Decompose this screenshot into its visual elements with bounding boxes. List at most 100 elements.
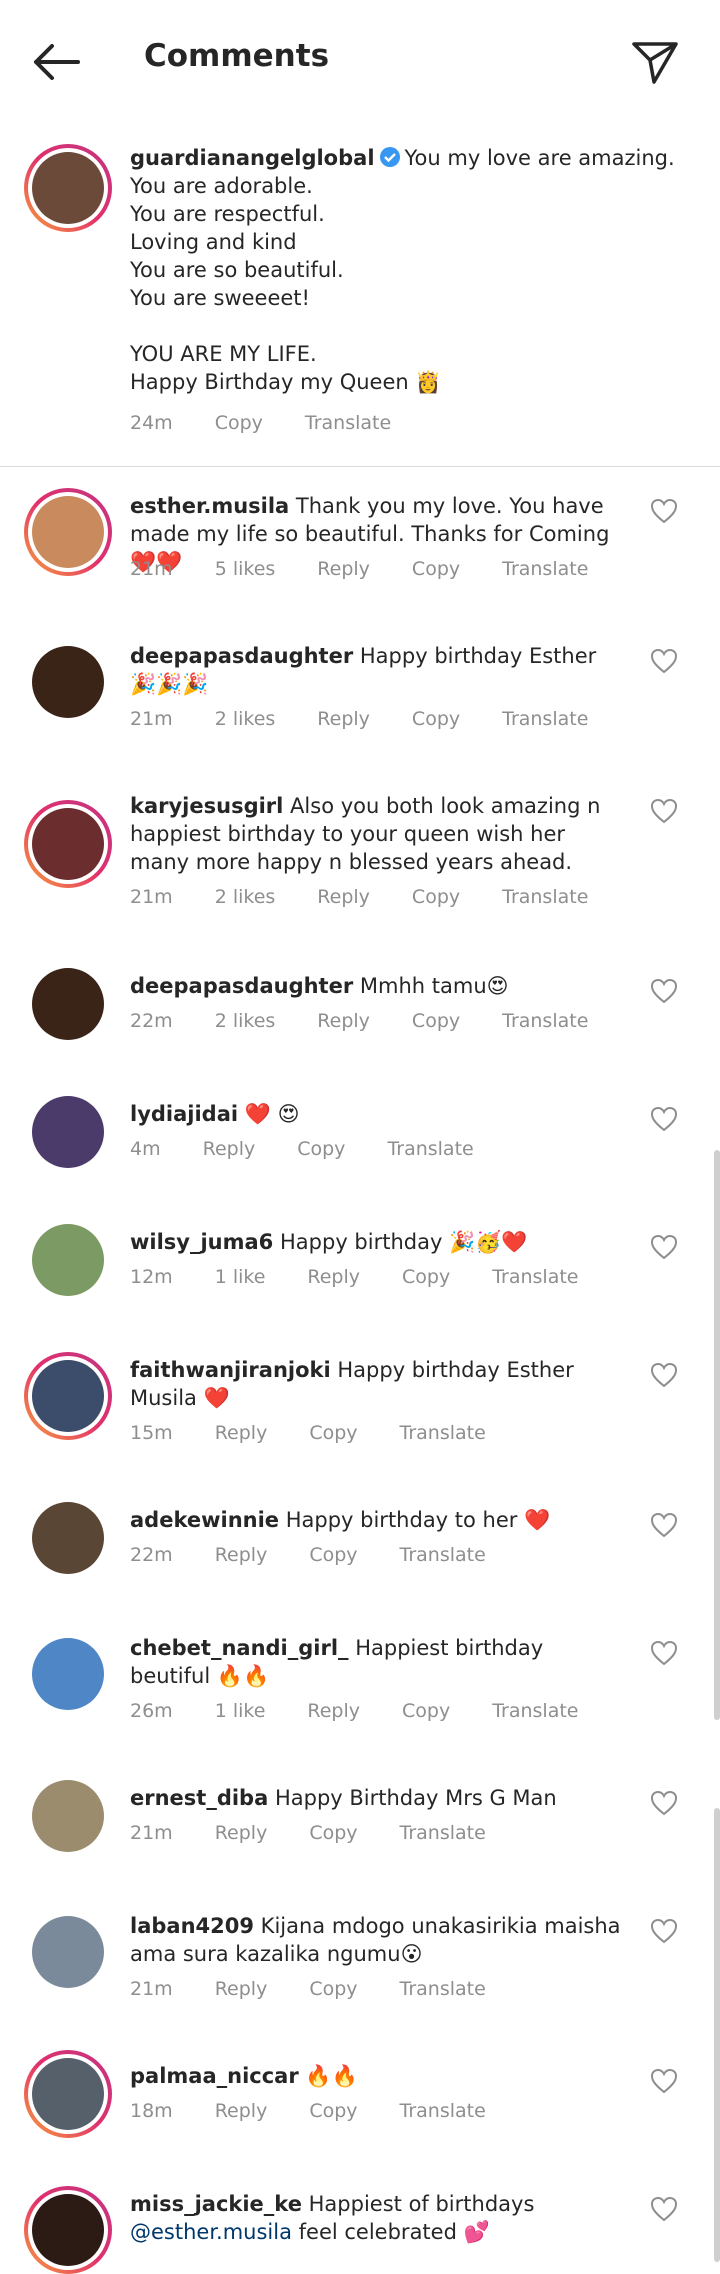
like-heart-icon[interactable] [650, 2196, 678, 2222]
comment-time: 21m [130, 1978, 173, 2000]
reply-button[interactable]: Reply [215, 1978, 268, 2000]
translate-button[interactable]: Translate [502, 558, 588, 580]
avatar[interactable] [32, 1096, 104, 1168]
avatar[interactable] [32, 646, 104, 718]
reply-button[interactable]: Reply [203, 1138, 256, 1160]
translate-button[interactable]: Translate [502, 886, 588, 908]
comment-username[interactable]: ernest_diba [130, 1786, 268, 1810]
avatar[interactable] [24, 144, 112, 232]
comment-username[interactable]: palmaa_niccar [130, 2064, 299, 2088]
translate-button[interactable]: Translate [387, 1138, 473, 1160]
translate-button[interactable]: Translate [400, 1822, 486, 1844]
likes-count[interactable]: 2 likes [215, 708, 276, 730]
comment-username[interactable]: miss_jackie_ke [130, 2192, 302, 2216]
like-heart-icon[interactable] [650, 1918, 678, 1944]
avatar[interactable] [24, 488, 112, 576]
copy-button[interactable]: Copy [309, 1422, 357, 1444]
caption-username[interactable]: guardianangelglobal [130, 146, 375, 170]
copy-button[interactable]: Copy [412, 558, 460, 580]
avatar[interactable] [24, 800, 112, 888]
like-heart-icon[interactable] [650, 798, 678, 824]
comment-time: 22m [130, 1010, 173, 1032]
reply-button[interactable]: Reply [215, 2100, 268, 2122]
copy-button[interactable]: Copy [412, 708, 460, 730]
top-bar: Comments [0, 0, 720, 126]
avatar[interactable] [32, 1780, 104, 1852]
comment-meta: 12m 1 like Reply Copy Translate [130, 1266, 621, 1288]
comment-username[interactable]: adekewinnie [130, 1508, 279, 1532]
like-heart-icon[interactable] [650, 1512, 678, 1538]
translate-button[interactable]: Translate [492, 1700, 578, 1722]
comment-username[interactable]: deepapasdaughter [130, 644, 353, 668]
avatar[interactable] [32, 1638, 104, 1710]
avatar[interactable] [32, 968, 104, 1040]
comment-body: wilsy_juma6 Happy birthday 🎉🥳❤️ [130, 1228, 624, 1256]
translate-button[interactable]: Translate [400, 2100, 486, 2122]
copy-button[interactable]: Copy [402, 1266, 450, 1288]
comment-username[interactable]: faithwanjiranjoki [130, 1358, 331, 1382]
like-heart-icon[interactable] [650, 648, 678, 674]
reply-button[interactable]: Reply [215, 1822, 268, 1844]
comment-username[interactable]: karyjesusgirl [130, 794, 283, 818]
copy-button[interactable]: Copy [309, 2100, 357, 2122]
translate-button[interactable]: Translate [492, 1266, 578, 1288]
reply-button[interactable]: Reply [317, 558, 370, 580]
mention-link[interactable]: @esther.musila [130, 2220, 292, 2244]
copy-button[interactable]: Copy [297, 1138, 345, 1160]
avatar[interactable] [24, 2186, 112, 2274]
back-arrow-icon[interactable] [30, 40, 82, 84]
avatar[interactable] [24, 1352, 112, 1440]
like-heart-icon[interactable] [650, 2068, 678, 2094]
reply-button[interactable]: Reply [317, 708, 370, 730]
avatar[interactable] [24, 2050, 112, 2138]
copy-button[interactable]: Copy [309, 1978, 357, 2000]
comment-username[interactable]: chebet_nandi_girl_ [130, 1636, 349, 1660]
comment-username[interactable]: lydiajidai [130, 1102, 238, 1126]
like-heart-icon[interactable] [650, 978, 678, 1004]
scrollbar[interactable] [714, 1808, 720, 2262]
caption: guardianangelglobal You my love are amazi… [0, 126, 720, 467]
reply-button[interactable]: Reply [317, 1010, 370, 1032]
comment-item: karyjesusgirl Also you both look amazing… [0, 770, 720, 950]
avatar[interactable] [32, 1502, 104, 1574]
likes-count[interactable]: 1 like [215, 1266, 266, 1288]
translate-button[interactable]: Translate [502, 708, 588, 730]
scrollbar[interactable] [714, 1150, 720, 1720]
translate-button[interactable]: Translate [400, 1422, 486, 1444]
send-icon[interactable] [628, 36, 680, 88]
likes-count[interactable]: 2 likes [215, 1010, 276, 1032]
copy-button[interactable]: Copy [215, 412, 263, 434]
translate-button[interactable]: Translate [400, 1544, 486, 1566]
like-heart-icon[interactable] [650, 1362, 678, 1388]
copy-button[interactable]: Copy [402, 1700, 450, 1722]
like-heart-icon[interactable] [650, 1790, 678, 1816]
comment-username[interactable]: deepapasdaughter [130, 974, 353, 998]
like-heart-icon[interactable] [650, 498, 678, 524]
translate-button[interactable]: Translate [400, 1978, 486, 2000]
likes-count[interactable]: 2 likes [215, 886, 276, 908]
reply-button[interactable]: Reply [215, 1544, 268, 1566]
copy-button[interactable]: Copy [412, 1010, 460, 1032]
avatar[interactable] [32, 1916, 104, 1988]
reply-button[interactable]: Reply [317, 886, 370, 908]
comment-body: deepapasdaughter Mmhh tamu😍 [130, 972, 624, 1000]
copy-button[interactable]: Copy [309, 1544, 357, 1566]
comment-time: 15m [130, 1422, 173, 1444]
comment-username[interactable]: esther.musila [130, 494, 289, 518]
translate-button[interactable]: Translate [305, 412, 391, 434]
reply-button[interactable]: Reply [307, 1700, 360, 1722]
comment-username[interactable]: wilsy_juma6 [130, 1230, 273, 1254]
copy-button[interactable]: Copy [309, 1822, 357, 1844]
copy-button[interactable]: Copy [412, 886, 460, 908]
like-heart-icon[interactable] [650, 1106, 678, 1132]
avatar[interactable] [32, 1224, 104, 1296]
likes-count[interactable]: 1 like [215, 1700, 266, 1722]
comment-username[interactable]: laban4209 [130, 1914, 254, 1938]
like-heart-icon[interactable] [650, 1234, 678, 1260]
translate-button[interactable]: Translate [502, 1010, 588, 1032]
like-heart-icon[interactable] [650, 1640, 678, 1666]
likes-count[interactable]: 5 likes [215, 558, 276, 580]
comment-time: 24m [130, 412, 173, 434]
reply-button[interactable]: Reply [307, 1266, 360, 1288]
reply-button[interactable]: Reply [215, 1422, 268, 1444]
